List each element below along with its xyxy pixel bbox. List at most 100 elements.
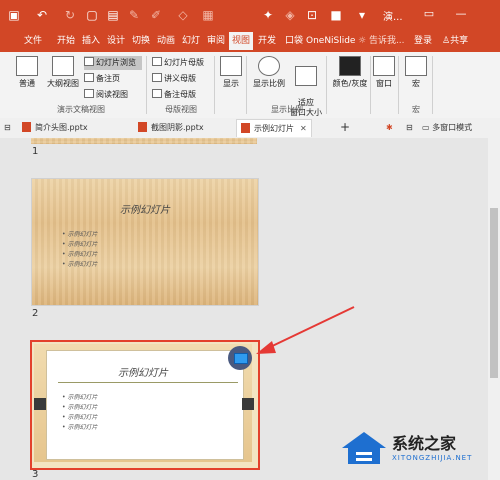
outline-view-icon (52, 56, 74, 76)
tab-islide[interactable]: iSlide (331, 32, 355, 50)
slide-number: 1 (32, 146, 39, 157)
image-icon[interactable]: ▦ (200, 7, 216, 23)
vertical-scrollbar[interactable] (488, 138, 500, 480)
group-label-zoom: 显示比例 (271, 105, 303, 114)
tab-transitions[interactable]: 切换 (129, 32, 153, 50)
tell-me-label: 告诉我... (368, 36, 405, 46)
tell-me-search[interactable]: ☼ 告诉我... (358, 32, 405, 50)
presentation-icon[interactable]: ▤ (105, 7, 121, 23)
separator (214, 56, 215, 114)
window-icon (373, 56, 395, 76)
tab-view[interactable]: 视图 (229, 32, 253, 50)
restore-ribbon-icon[interactable]: ▭ (420, 4, 438, 24)
slide-bullet: • 示例幻灯片 (62, 231, 98, 238)
tab-developer[interactable]: 开发 (255, 32, 279, 50)
format-painter-icon[interactable]: ✐ (148, 7, 164, 23)
slide-master-label: 幻灯片母版 (164, 58, 204, 67)
annotation-arrow (256, 306, 355, 354)
tab-pocket[interactable]: 口袋 (282, 32, 306, 50)
restore-panel-icon[interactable]: ⊟ (4, 119, 11, 136)
tab-animations[interactable]: 动画 (154, 32, 178, 50)
slide-thumbnail-2[interactable]: 示例幻灯片 • 示例幻灯片 • 示例幻灯片 • 示例幻灯片 • 示例幻灯片 (31, 178, 259, 306)
share-label: 共享 (450, 36, 469, 46)
save-icon[interactable]: ▣ (6, 7, 22, 23)
doc-tab-2[interactable]: 截图阴影.pptx (138, 119, 204, 136)
minimize-button[interactable]: — (452, 4, 470, 24)
multi-window-button[interactable]: ▭ 多窗口模式 (422, 119, 472, 136)
slide-thumbnail-3[interactable]: 示例幻灯片 • 示例幻灯片 • 示例幻灯片 • 示例幻灯片 • 示例幻灯片 (30, 340, 260, 470)
close-tab-icon[interactable]: ✕ (300, 124, 307, 133)
tab-insert[interactable]: 插入 (80, 32, 102, 50)
fit-window-button[interactable]: 适应 窗口大小 (288, 54, 324, 117)
pen-icon[interactable]: ✎ (126, 7, 142, 23)
outline-view-button[interactable]: 大纲视图 (44, 54, 82, 94)
doc-tab-1[interactable]: 简介头图.pptx (22, 119, 88, 136)
notes-page-button[interactable]: 备注页 (84, 72, 120, 86)
settings-icon[interactable]: ✱ (386, 119, 393, 136)
window-icon: ▭ (422, 123, 433, 132)
handout-master-icon (152, 73, 162, 82)
share-button[interactable]: ♙共享 (442, 32, 468, 50)
slide-bullet: • 示例幻灯片 (62, 241, 98, 248)
add-tab-button[interactable]: + (340, 119, 350, 136)
scrollbar-thumb[interactable] (490, 208, 498, 378)
fit-window-icon (295, 66, 317, 86)
separator (370, 56, 371, 114)
slide-sorter-button[interactable]: 幻灯片浏览 (84, 56, 142, 70)
house-logo-icon (342, 432, 386, 464)
restore-icon[interactable]: ⊟ (406, 119, 413, 136)
tab-onenote[interactable]: OneN (306, 32, 331, 50)
slide-thumbnail-1[interactable] (31, 138, 257, 144)
redo-icon[interactable]: ↻ (62, 7, 78, 23)
tab-review[interactable]: 审阅 (204, 32, 228, 50)
document-tabs-bar: ⊟ 简介头图.pptx 截图阴影.pptx 示例幻灯片 ✕ + ✱ ⊟ ▭ 多窗口… (0, 118, 500, 139)
macros-label: 宏 (412, 79, 420, 88)
tab-slideshow[interactable]: 幻灯 (179, 32, 203, 50)
color-picker-icon[interactable]: ■ (328, 7, 344, 23)
color-grayscale-button[interactable]: 颜色/灰度 (330, 54, 370, 94)
ribbon-panel: 普通 大纲视图 幻灯片浏览 备注页 阅读视图 演示文稿视图 幻灯片母版 讲义母版… (0, 52, 500, 119)
window-button[interactable]: 窗口 (372, 54, 396, 94)
separator (146, 56, 147, 114)
slide-bullet: • 示例幻灯片 (62, 404, 98, 411)
ribbon-tabs: 文件 开始 插入 设计 切换 动画 幻灯 审阅 视图 开发 口袋 OneN iS… (0, 30, 500, 52)
new-file-icon[interactable]: ▢ (84, 7, 100, 23)
document-title: 演... (383, 12, 403, 23)
login-link[interactable]: 登录 (414, 32, 432, 50)
normal-view-button[interactable]: 普通 (14, 54, 40, 94)
shape-icon[interactable]: ◇ (175, 7, 191, 23)
tab-design[interactable]: 设计 (104, 32, 128, 50)
macros-button[interactable]: 宏 (404, 54, 428, 94)
reading-view-label: 阅读视图 (96, 90, 128, 99)
doc-tab-3[interactable]: 示例幻灯片 ✕ (236, 119, 312, 137)
title-divider (58, 382, 238, 383)
group-label-master: 母版视图 (165, 105, 197, 114)
pptx-file-icon (22, 122, 31, 132)
reading-view-button[interactable]: 阅读视图 (84, 88, 128, 102)
tab-home[interactable]: 开始 (53, 32, 79, 50)
show-button[interactable]: 显示 (218, 54, 244, 94)
dropdown-icon[interactable]: ▾ (354, 7, 370, 23)
slide-master-button[interactable]: 幻灯片母版 (152, 56, 204, 70)
notes-master-icon (152, 89, 162, 98)
slide-master-icon (152, 57, 162, 66)
select-icon[interactable]: ⊡ (304, 7, 320, 23)
pptx-file-icon (241, 123, 250, 133)
doc-tab-label: 截图阴影.pptx (151, 123, 204, 132)
title-bar: ▣ ↶ ↻ ▢ ▤ ✎ ✐ ◇ ▦ ✦ ◈ ⊡ ■ ▾ 演... ▭ — (0, 0, 500, 30)
pptx-file-icon (138, 122, 147, 132)
notes-page-label: 备注页 (96, 74, 120, 83)
arrange-icon[interactable]: ◈ (282, 7, 298, 23)
handout-master-button[interactable]: 讲义母版 (152, 72, 196, 86)
slide-marker-icon (228, 346, 252, 370)
separator (326, 56, 327, 114)
normal-view-label: 普通 (19, 79, 35, 88)
tab-file[interactable]: 文件 (20, 32, 46, 50)
slide-bullet: • 示例幻灯片 (62, 261, 98, 268)
group-label-views: 演示文稿视图 (57, 105, 105, 114)
zoom-button[interactable]: 显示比例 (250, 54, 288, 94)
paint-icon[interactable]: ✦ (260, 7, 276, 23)
undo-icon[interactable]: ↶ (34, 7, 50, 23)
doc-tab-label: 简介头图.pptx (35, 123, 88, 132)
notes-master-button[interactable]: 备注母版 (152, 88, 196, 102)
